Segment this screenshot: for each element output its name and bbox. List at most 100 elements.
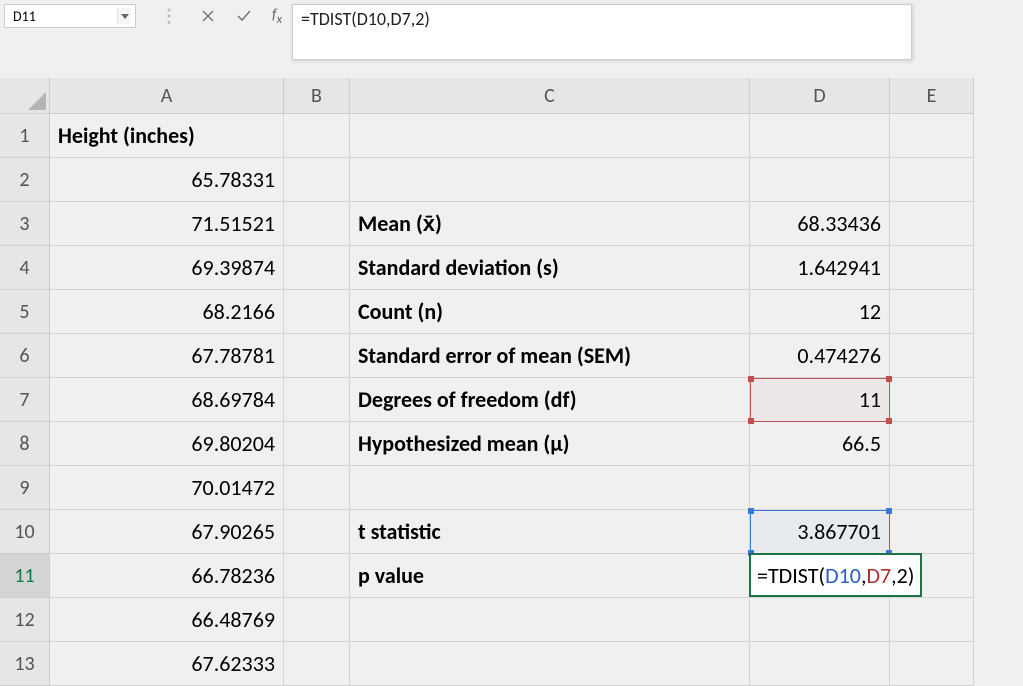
cell-C8[interactable]: Hypothesized mean (μ): [350, 422, 750, 466]
row-header-8[interactable]: 8: [0, 422, 50, 466]
cell-B6[interactable]: [284, 334, 350, 378]
row-4: 69.39874 Standard deviation (s) 1.642941: [50, 246, 974, 290]
select-all-corner[interactable]: [0, 78, 50, 114]
cell-A8[interactable]: 69.80204: [50, 422, 284, 466]
cell-B2[interactable]: [284, 158, 350, 202]
cell-E4[interactable]: [890, 246, 974, 290]
cell-A11[interactable]: 66.78236: [50, 554, 284, 598]
name-box-dropdown[interactable]: [117, 8, 131, 24]
fx-label[interactable]: fx: [272, 6, 282, 27]
cell-D8[interactable]: 66.5: [750, 422, 890, 466]
cell-D12[interactable]: [750, 598, 890, 642]
row-header-4[interactable]: 4: [0, 246, 50, 290]
row-header-5[interactable]: 5: [0, 290, 50, 334]
row-1: Height (inches): [50, 114, 974, 158]
cell-D4[interactable]: 1.642941: [750, 246, 890, 290]
cell-A4[interactable]: 69.39874: [50, 246, 284, 290]
row-header-3[interactable]: 3: [0, 202, 50, 246]
cell-C5[interactable]: Count (n): [350, 290, 750, 334]
row-header-7[interactable]: 7: [0, 378, 50, 422]
cell-A7[interactable]: 68.69784: [50, 378, 284, 422]
cell-C4[interactable]: Standard deviation (s): [350, 246, 750, 290]
row-12: 66.48769: [50, 598, 974, 642]
cell-D2[interactable]: [750, 158, 890, 202]
cell-E9[interactable]: [890, 466, 974, 510]
cell-E5[interactable]: [890, 290, 974, 334]
row-header-13[interactable]: 13: [0, 642, 50, 686]
cell-D3[interactable]: 68.33436: [750, 202, 890, 246]
col-header-D[interactable]: D: [750, 78, 890, 114]
row-header-1[interactable]: 1: [0, 114, 50, 158]
cell-B7[interactable]: [284, 378, 350, 422]
col-header-E[interactable]: E: [890, 78, 974, 114]
cell-A10[interactable]: 67.90265: [50, 510, 284, 554]
separator: ⋮: [160, 5, 178, 27]
cell-D13[interactable]: [750, 642, 890, 686]
row-7: 68.69784 Degrees of freedom (df) 11: [50, 378, 974, 422]
cell-C13[interactable]: [350, 642, 750, 686]
cell-E2[interactable]: [890, 158, 974, 202]
cell-C1[interactable]: [350, 114, 750, 158]
cell-E1[interactable]: [890, 114, 974, 158]
cell-B13[interactable]: [284, 642, 350, 686]
row-13: 67.62333: [50, 642, 974, 686]
cell-C3[interactable]: Mean (x̄): [350, 202, 750, 246]
col-header-C[interactable]: C: [350, 78, 750, 114]
col-header-A[interactable]: A: [50, 78, 284, 114]
formula-input[interactable]: =TDIST(D10,D7,2): [292, 4, 912, 60]
cell-E8[interactable]: [890, 422, 974, 466]
cell-C11[interactable]: p value: [350, 554, 750, 598]
cell-B12[interactable]: [284, 598, 350, 642]
cell-C6[interactable]: Standard error of mean (SEM): [350, 334, 750, 378]
col-header-B[interactable]: B: [284, 78, 350, 114]
cell-A5[interactable]: 68.2166: [50, 290, 284, 334]
cell-E10[interactable]: [890, 510, 974, 554]
cell-B11[interactable]: [284, 554, 350, 598]
name-box-value: D11: [13, 8, 36, 25]
cell-D10[interactable]: 3.867701: [750, 510, 890, 554]
cell-E7[interactable]: [890, 378, 974, 422]
cell-C7[interactable]: Degrees of freedom (df): [350, 378, 750, 422]
row-5: 68.2166 Count (n) 12: [50, 290, 974, 334]
cell-A2[interactable]: 65.78331: [50, 158, 284, 202]
row-header-9[interactable]: 9: [0, 466, 50, 510]
cell-C10[interactable]: t statistic: [350, 510, 750, 554]
cell-C2[interactable]: [350, 158, 750, 202]
cell-C9[interactable]: [350, 466, 750, 510]
row-header-6[interactable]: 6: [0, 334, 50, 378]
cancel-button[interactable]: [190, 4, 226, 28]
active-edit-cell[interactable]: =TDIST(D10,D7,2): [749, 553, 922, 597]
cell-B4[interactable]: [284, 246, 350, 290]
row-header-10[interactable]: 10: [0, 510, 50, 554]
cell-A1[interactable]: Height (inches): [50, 114, 284, 158]
cell-A6[interactable]: 67.78781: [50, 334, 284, 378]
row-2: 65.78331: [50, 158, 974, 202]
cell-B5[interactable]: [284, 290, 350, 334]
cell-B3[interactable]: [284, 202, 350, 246]
row-header-2[interactable]: 2: [0, 158, 50, 202]
row-8: 69.80204 Hypothesized mean (μ) 66.5: [50, 422, 974, 466]
name-box[interactable]: D11: [4, 4, 136, 28]
cell-A9[interactable]: 70.01472: [50, 466, 284, 510]
cell-D1[interactable]: [750, 114, 890, 158]
cell-A13[interactable]: 67.62333: [50, 642, 284, 686]
cell-D9[interactable]: [750, 466, 890, 510]
cell-B8[interactable]: [284, 422, 350, 466]
cell-A12[interactable]: 66.48769: [50, 598, 284, 642]
row-header-11[interactable]: 11: [0, 554, 50, 598]
cell-E12[interactable]: [890, 598, 974, 642]
enter-button[interactable]: [226, 4, 262, 28]
row-header-12[interactable]: 12: [0, 598, 50, 642]
cell-D5[interactable]: 12: [750, 290, 890, 334]
cell-C12[interactable]: [350, 598, 750, 642]
cell-B10[interactable]: [284, 510, 350, 554]
cell-B1[interactable]: [284, 114, 350, 158]
cell-E13[interactable]: [890, 642, 974, 686]
cell-E6[interactable]: [890, 334, 974, 378]
cell-D7[interactable]: 11: [750, 378, 890, 422]
cell-E3[interactable]: [890, 202, 974, 246]
cell-D6[interactable]: 0.474276: [750, 334, 890, 378]
cell-A3[interactable]: 71.51521: [50, 202, 284, 246]
cell-B9[interactable]: [284, 466, 350, 510]
formula-text: =TDIST(D10,D7,2): [301, 8, 430, 30]
